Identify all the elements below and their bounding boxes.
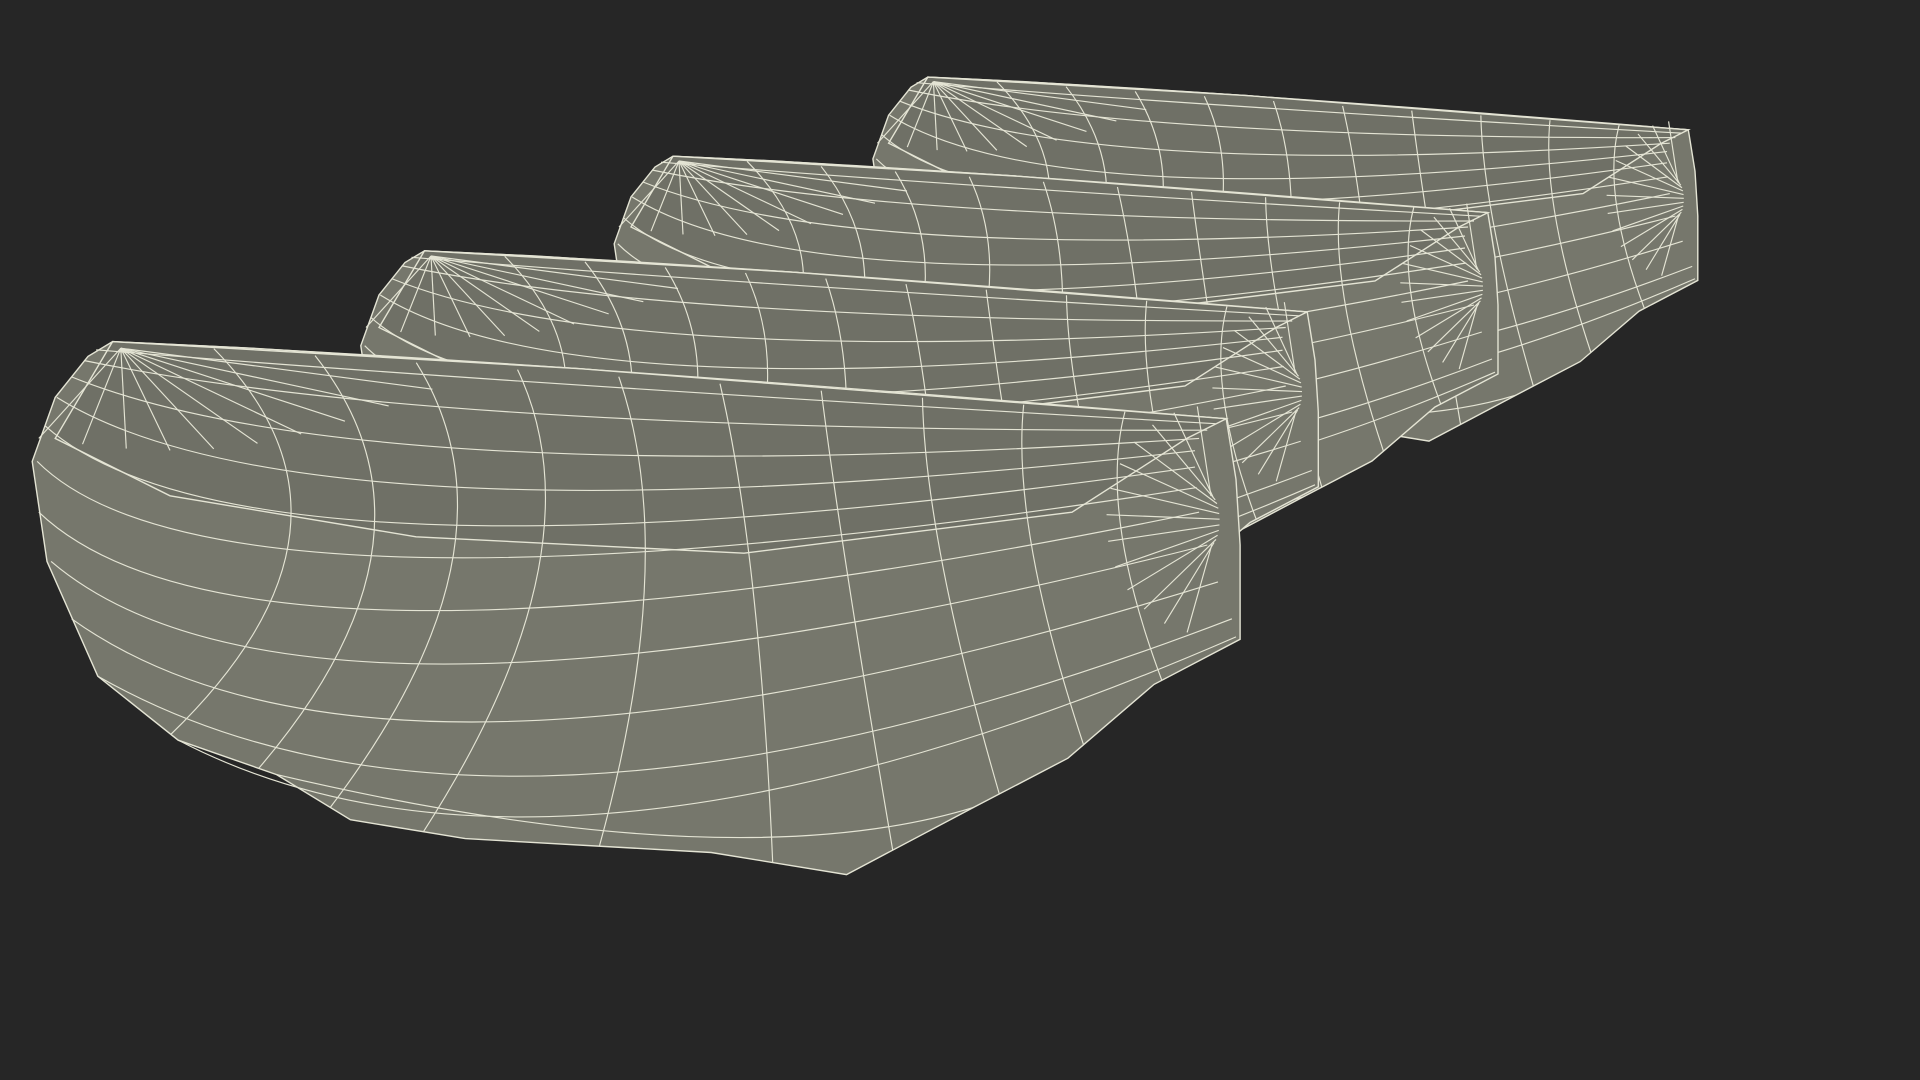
wireframe-scene — [31, 76, 1699, 876]
render-viewport — [0, 0, 1920, 1080]
mesh-object-4 — [31, 340, 1241, 876]
